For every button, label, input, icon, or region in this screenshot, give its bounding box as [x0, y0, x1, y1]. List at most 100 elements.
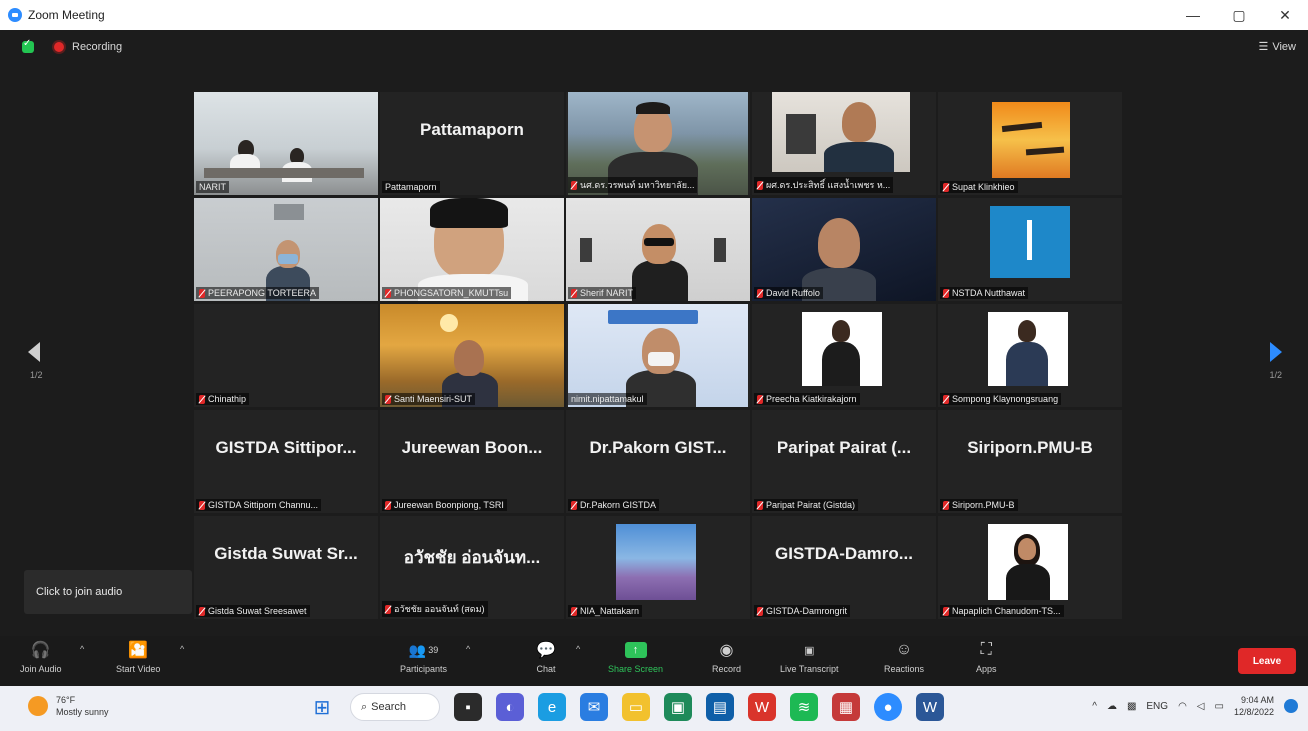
participant-tile[interactable]: Napaplich Chanudom-TS... — [938, 516, 1122, 619]
participant-tile[interactable]: นศ.ดร.วรพนท์ มหาวิทยาลัย... — [566, 92, 750, 195]
chat-options-caret-icon[interactable]: ^ — [576, 644, 580, 654]
app-red-icon[interactable]: ▦ — [832, 693, 860, 721]
participant-display-name: Paripat Pairat (... — [776, 438, 912, 457]
participant-tile[interactable]: NARIT — [194, 92, 378, 195]
maximize-button[interactable]: ▢ — [1216, 0, 1262, 30]
app-store-icon[interactable]: ▤ — [706, 693, 734, 721]
mic-muted-icon — [757, 180, 763, 190]
participant-name: NARIT — [196, 181, 229, 193]
encryption-shield-icon[interactable] — [22, 38, 34, 53]
participant-display-name: GISTDA-Damro... — [775, 544, 913, 563]
view-button[interactable]: ☰ View — [1258, 40, 1296, 54]
windows-start-icon[interactable]: ⊞ — [308, 693, 336, 721]
task-view-icon[interactable]: ▪ — [454, 693, 482, 721]
participant-tile[interactable]: Preecha Kiatkirakajorn — [752, 304, 936, 407]
participant-tile[interactable]: PHONGSATORN_KMUTTsu — [380, 198, 564, 301]
participant-tile[interactable]: nimit.nipattamakul — [566, 304, 750, 407]
participant-tile[interactable]: GISTDA Sittipor... GISTDA Sittiporn Chan… — [194, 410, 378, 513]
notification-icon[interactable] — [1284, 699, 1298, 713]
participant-tile[interactable]: อวัชชัย อ่อนจันท... อวัชชัย ออนจันท์ (สด… — [380, 516, 564, 619]
spotify-icon[interactable]: ≋ — [790, 693, 818, 721]
mail-icon[interactable]: ✉ — [580, 693, 608, 721]
participant-tile[interactable]: PEERAPONG TORTEERA — [194, 198, 378, 301]
join-audio-button[interactable]: 🎧 Join Audio ^ — [20, 640, 84, 674]
reactions-button[interactable]: ☺ Reactions — [884, 640, 924, 674]
participant-video — [988, 524, 1068, 600]
wps-office-icon[interactable]: W — [748, 693, 776, 721]
apps-icon: ⛶ — [980, 641, 992, 658]
participant-tile[interactable]: Siriporn.PMU-B Siriporn.PMU-B — [938, 410, 1122, 513]
taskbar-search[interactable]: ⌕ Search — [350, 693, 440, 721]
next-page-button[interactable] — [1270, 342, 1284, 362]
close-button[interactable]: ✕ — [1262, 0, 1308, 30]
leave-button[interactable]: Leave — [1238, 648, 1296, 674]
app-green-icon[interactable]: ▣ — [664, 693, 692, 721]
edge-browser-icon[interactable]: e — [538, 693, 566, 721]
participant-tile[interactable]: ผศ.ดร.ประสิทธิ์ แสงน้ำเพชร ห... — [752, 92, 936, 195]
participant-video — [380, 304, 564, 407]
participants-icon: 👥 39 — [408, 641, 439, 658]
video-options-caret-icon[interactable]: ^ — [180, 644, 184, 654]
mic-muted-icon — [943, 394, 949, 404]
zoom-taskbar-icon[interactable]: ● — [874, 693, 902, 721]
mic-muted-icon — [757, 288, 763, 298]
participant-tile[interactable]: Chinathip — [194, 304, 378, 407]
live-transcript-button[interactable]: ▣ Live Transcript — [780, 640, 839, 675]
participant-video — [772, 92, 910, 172]
participant-tile[interactable]: GISTDA-Damro... GISTDA-Damrongrit — [752, 516, 936, 619]
mic-muted-icon — [757, 606, 763, 616]
participant-tile[interactable]: Supat Klinkhieo — [938, 92, 1122, 195]
wifi-icon[interactable]: ◠ — [1178, 701, 1187, 712]
participant-tile[interactable]: Jureewan Boon... Jureewan Boonpiong, TSR… — [380, 410, 564, 513]
participants-button[interactable]: 👥 39 Participants ^ — [400, 640, 470, 675]
meeting-stage: Recording ☰ View 1/2 1/2 NARIT Pattamapo… — [0, 30, 1308, 636]
word-icon[interactable]: W — [916, 693, 944, 721]
minimize-button[interactable]: — — [1170, 0, 1216, 30]
participant-tile[interactable]: NIA_Nattakarn — [566, 516, 750, 619]
participant-tile[interactable]: Paripat Pairat (... Paripat Pairat (Gist… — [752, 410, 936, 513]
participant-tile[interactable]: NSTDA Nutthawat — [938, 198, 1122, 301]
chat-button[interactable]: 💬 Chat ^ — [536, 640, 580, 674]
mic-muted-icon — [385, 394, 391, 404]
arrow-left-icon — [28, 342, 40, 362]
grid-view-icon: ☰ — [1258, 41, 1269, 53]
record-button[interactable]: ◉ Record — [712, 640, 741, 674]
chat-icon: 💬 — [536, 642, 556, 659]
start-video-button[interactable]: 🎦 Start Video ^ — [116, 640, 184, 674]
reactions-icon: ☺ — [895, 641, 913, 658]
file-explorer-icon[interactable]: ▭ — [622, 693, 650, 721]
participant-tile[interactable]: Sherif NARIT — [566, 198, 750, 301]
participant-name: Sompong Klaynongsruang — [940, 393, 1062, 405]
participant-tile[interactable]: Pattamaporn Pattamaporn — [380, 92, 564, 195]
participant-tile[interactable]: David Ruffolo — [752, 198, 936, 301]
participant-tile[interactable]: Gistda Suwat Sr... Gistda Suwat Sreesawe… — [194, 516, 378, 619]
page-indicator-right: 1/2 — [1269, 370, 1282, 380]
previous-page-button[interactable] — [28, 342, 42, 362]
participant-tile[interactable]: Dr.Pakorn GIST... Dr.Pakorn GISTDA — [566, 410, 750, 513]
join-audio-tooltip[interactable]: Click to join audio — [24, 570, 192, 614]
participant-name: NIA_Nattakarn — [568, 605, 643, 617]
video-off-icon: 🎦 — [128, 642, 149, 659]
participant-tile[interactable]: Sompong Klaynongsruang — [938, 304, 1122, 407]
window-title: Zoom Meeting — [28, 8, 105, 22]
participants-options-caret-icon[interactable]: ^ — [466, 644, 470, 654]
teams-chat-icon[interactable]: ◐ — [496, 693, 524, 721]
battery-icon[interactable]: ▭ — [1215, 701, 1224, 712]
mic-muted-icon — [385, 288, 391, 298]
volume-icon[interactable]: ◁ — [1197, 701, 1205, 712]
apps-button[interactable]: ⛶ Apps — [976, 640, 997, 674]
share-screen-button[interactable]: ↑ Share Screen — [608, 640, 663, 674]
language-indicator[interactable]: ENG — [1146, 701, 1168, 712]
participant-video — [988, 312, 1068, 386]
view-label: View — [1272, 40, 1296, 53]
tray-overflow-icon[interactable]: ^ — [1092, 701, 1097, 712]
participant-name: Gistda Suwat Sreesawet — [196, 605, 310, 617]
participant-video — [194, 92, 378, 195]
system-clock[interactable]: 9:04 AM 12/8/2022 — [1234, 694, 1274, 718]
participant-tile[interactable]: Santi Maensiri-SUT — [380, 304, 564, 407]
participant-name: Paripat Pairat (Gistda) — [754, 499, 859, 511]
app-tray-icon[interactable]: ▩ — [1127, 701, 1136, 712]
cloud-icon[interactable]: ☁ — [1107, 701, 1117, 712]
audio-options-caret-icon[interactable]: ^ — [80, 644, 84, 654]
weather-widget[interactable]: 76°F Mostly sunny — [28, 694, 109, 718]
